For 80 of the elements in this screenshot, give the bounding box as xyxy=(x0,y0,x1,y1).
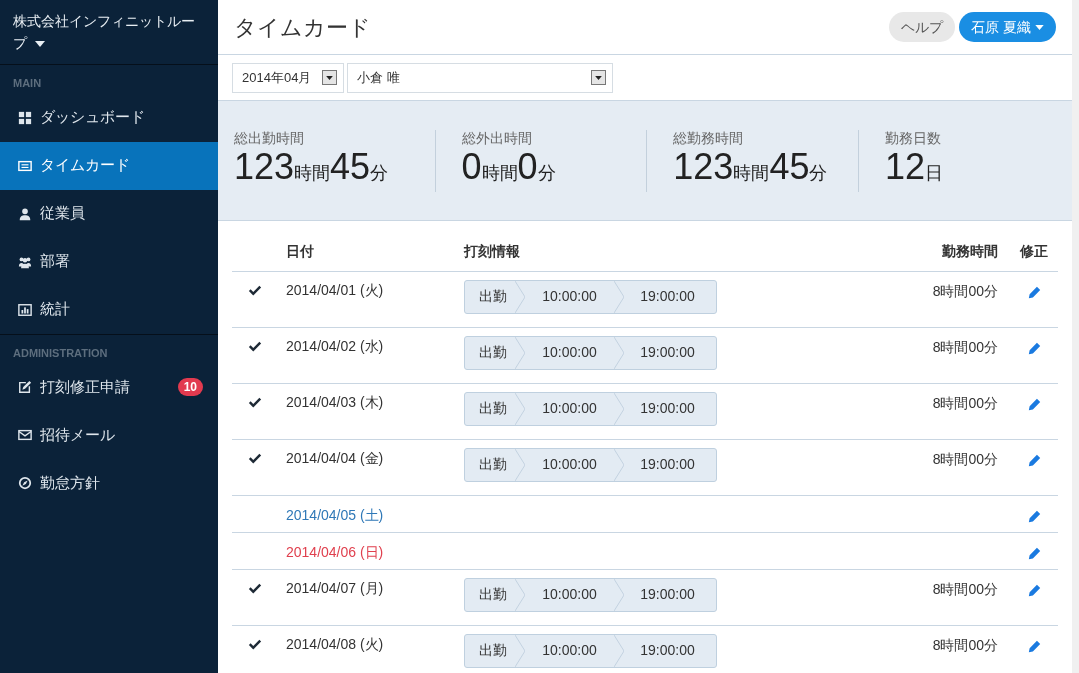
sidebar-item[interactable]: 招待メール xyxy=(0,411,218,459)
caret-icon xyxy=(35,41,45,48)
punch-type: 出勤 xyxy=(477,641,508,660)
caret-icon xyxy=(1035,24,1044,30)
edit-icon xyxy=(18,380,32,394)
page-title: タイムカード xyxy=(234,13,371,42)
date-cell: 2014/04/05 (土) xyxy=(286,495,464,532)
sidebar-item[interactable]: ダッシュボード xyxy=(0,93,218,142)
hours-cell: 8時間00分 xyxy=(870,383,1010,439)
punch-time: 10:00:00 xyxy=(541,455,598,474)
stat-label: 総勤務時間 xyxy=(673,129,745,146)
bar-chart-icon xyxy=(18,302,32,317)
section-heading: ADMINISTRATION xyxy=(12,345,109,361)
sidebar-item[interactable]: 打刻修正申請 10 xyxy=(0,363,218,411)
hours-cell: 8時間00分 xyxy=(870,327,1010,383)
pencil-icon[interactable] xyxy=(1027,547,1041,561)
company-menu[interactable]: 株式会社インフィニットループ xyxy=(13,10,205,54)
sidebar-item[interactable]: 部署 xyxy=(0,237,218,286)
date-cell: 2014/04/07 (月) xyxy=(286,569,464,625)
punch-type: 出勤 xyxy=(477,399,508,418)
grid-icon xyxy=(18,110,32,125)
sidebar-item[interactable]: 統計 xyxy=(0,285,218,334)
envelope-icon xyxy=(18,428,32,442)
hours-cell: 8時間00分 xyxy=(870,439,1010,495)
punch-type: 出勤 xyxy=(477,343,508,362)
stat-value: 123時間45分 xyxy=(234,148,390,189)
caret-icon xyxy=(326,75,333,80)
column-header: 打刻情報 xyxy=(464,221,870,271)
person-icon xyxy=(18,206,32,221)
punch-time: 19:00:00 xyxy=(639,455,696,474)
pencil-icon[interactable] xyxy=(1027,398,1041,412)
sidebar-item[interactable]: タイムカード xyxy=(0,141,218,190)
punch-type: 出勤 xyxy=(477,287,508,306)
stat-value: 0時間0分 xyxy=(461,148,557,189)
compass-icon xyxy=(18,476,32,490)
people-icon xyxy=(18,254,32,269)
sidebar-item[interactable]: 従業員 xyxy=(0,189,218,238)
hours-cell: 8時間00分 xyxy=(870,625,1010,673)
date-cell: 2014/04/01 (火) xyxy=(286,271,464,327)
punch-time: 19:00:00 xyxy=(639,343,696,362)
punch-time: 19:00:00 xyxy=(639,585,696,604)
pencil-icon[interactable] xyxy=(1027,510,1041,524)
date-cell: 2014/04/03 (木) xyxy=(286,383,464,439)
punch-time: 10:00:00 xyxy=(541,287,598,306)
caret-icon xyxy=(595,75,602,80)
stat-label: 総出勤時間 xyxy=(234,129,305,146)
date-cell: 2014/04/02 (水) xyxy=(286,327,464,383)
sidebar-item[interactable]: 勤怠方針 xyxy=(0,459,218,507)
date-cell: 2014/04/08 (火) xyxy=(286,625,464,673)
punch-time: 10:00:00 xyxy=(541,641,598,660)
employee-select[interactable]: 小倉 唯 xyxy=(347,62,613,93)
list-card-icon xyxy=(18,158,32,173)
stat-value: 123時間45分 xyxy=(673,148,829,189)
punch-time: 19:00:00 xyxy=(639,287,696,306)
hours-cell: 8時間00分 xyxy=(870,569,1010,625)
date-cell: 2014/04/06 (日) xyxy=(286,532,464,569)
pencil-icon[interactable] xyxy=(1027,640,1041,654)
pencil-icon[interactable] xyxy=(1027,454,1041,468)
pencil-icon[interactable] xyxy=(1027,342,1041,356)
pencil-icon[interactable] xyxy=(1027,286,1041,300)
stat-value: 12日 xyxy=(885,148,945,189)
punch-type: 出勤 xyxy=(477,455,508,474)
column-header: 勤務時間 xyxy=(870,221,1010,271)
month-select[interactable]: 2014年04月 xyxy=(232,62,344,93)
punch-time: 10:00:00 xyxy=(541,343,598,362)
hours-cell: 8時間00分 xyxy=(870,271,1010,327)
date-cell: 2014/04/04 (金) xyxy=(286,439,464,495)
stat-label: 勤務日数 xyxy=(885,129,943,146)
pencil-icon[interactable] xyxy=(1027,584,1041,598)
count-badge: 10 xyxy=(177,378,203,396)
punch-time: 10:00:00 xyxy=(541,585,598,604)
punch-type: 出勤 xyxy=(477,585,508,604)
punch-time: 19:00:00 xyxy=(639,399,696,418)
column-header: 修正 xyxy=(1010,221,1058,271)
help-button[interactable]: ヘルプ xyxy=(889,12,956,42)
punch-time: 10:00:00 xyxy=(541,399,598,418)
section-heading: MAIN xyxy=(12,76,43,91)
column-header: 日付 xyxy=(286,221,464,271)
stat-label: 総外出時間 xyxy=(461,129,533,146)
punch-time: 19:00:00 xyxy=(639,641,696,660)
